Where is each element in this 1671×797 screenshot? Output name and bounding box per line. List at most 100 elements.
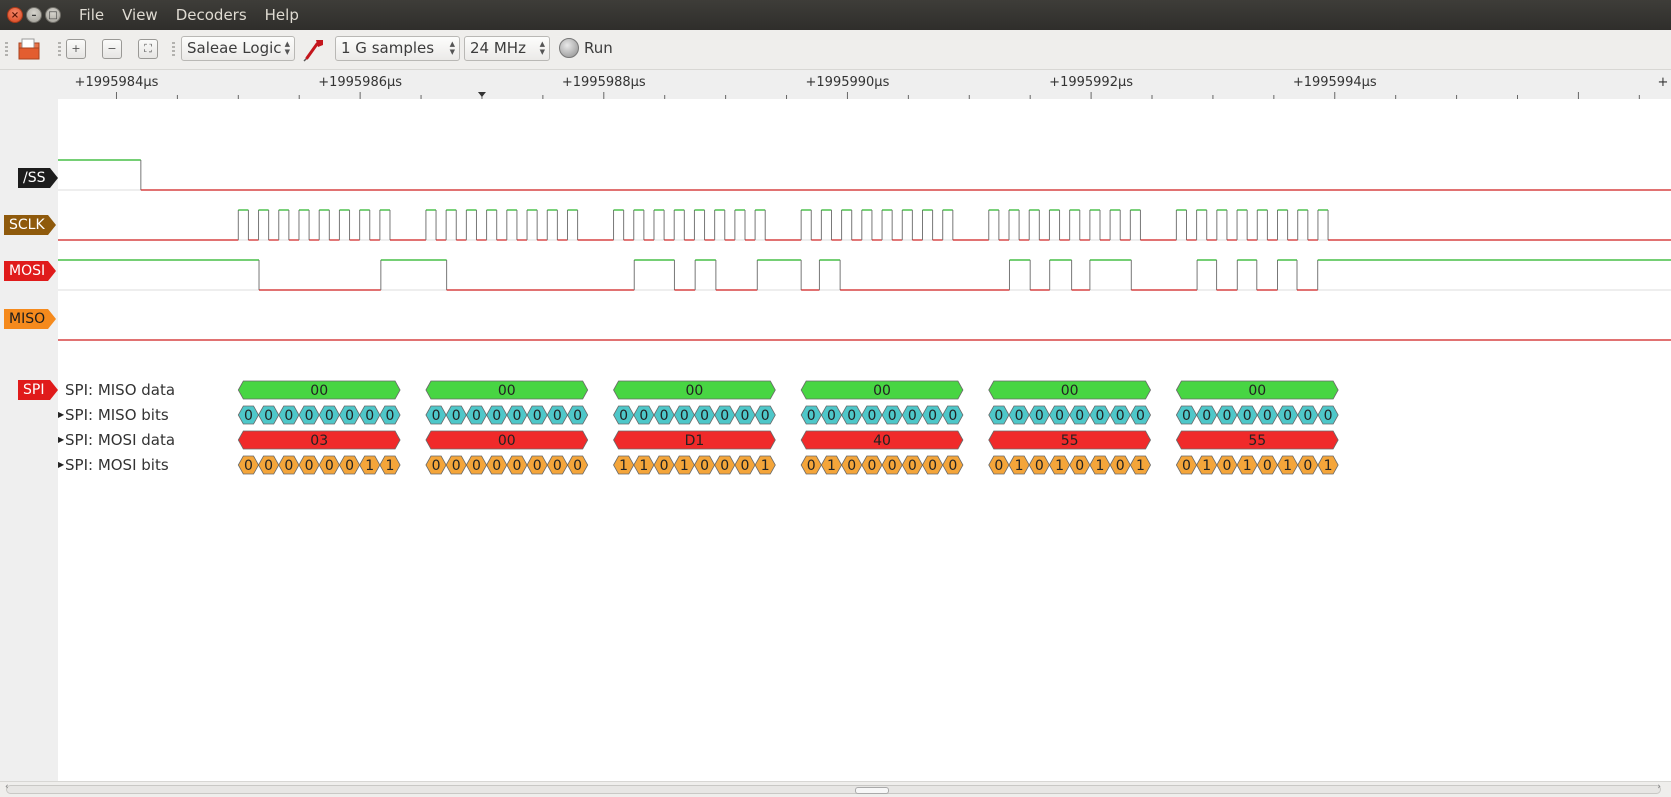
- miso-bit-value: 0: [660, 408, 669, 424]
- mosi-bit-value: 1: [680, 458, 689, 474]
- miso-data-value: 00: [1061, 383, 1079, 399]
- mosi-data-value: D1: [685, 433, 705, 449]
- menu-bar: File View Decoders Help: [70, 0, 308, 30]
- minimize-icon[interactable]: –: [26, 7, 42, 23]
- miso-data-value: 00: [686, 383, 704, 399]
- mosi-bit-value: 1: [365, 458, 374, 474]
- expand-arrow-icon[interactable]: ▶: [58, 431, 64, 449]
- mosi-bit-value: 0: [1222, 458, 1231, 474]
- menu-decoders[interactable]: Decoders: [167, 0, 256, 30]
- miso-data-value: 00: [873, 383, 891, 399]
- channel-label-miso[interactable]: MISO: [4, 309, 56, 329]
- cursor-marker-icon[interactable]: [477, 92, 486, 97]
- miso-data-value: 00: [310, 383, 328, 399]
- mosi-bit-value: 0: [948, 458, 957, 474]
- toolbar-grip[interactable]: [172, 42, 175, 58]
- mosi-bit-value: 0: [325, 458, 334, 474]
- miso-bit-value: 0: [365, 408, 374, 424]
- miso-bit-value: 0: [1136, 408, 1145, 424]
- miso-bit-value: 0: [639, 408, 648, 424]
- samplerate-select[interactable]: 24 MHz ▲ ▼: [464, 36, 550, 61]
- channel-label-sclk[interactable]: SCLK: [4, 215, 56, 235]
- add-channel-icon[interactable]: +: [66, 39, 86, 59]
- mosi-bit-value: 0: [660, 458, 669, 474]
- waveform-canvas[interactable]: +1995984µs +1995986µs +1995988µs +1995990µs…: [0, 70, 1671, 781]
- toolbar: + − ⛶ Saleae Logic ▲ ▼ 1 G samples ▲ ▼ 24 …: [0, 30, 1671, 70]
- miso-bit-value: 0: [432, 408, 441, 424]
- miso-bit-value: 0: [1303, 408, 1312, 424]
- scroll-right-icon[interactable]: ›: [1657, 782, 1661, 792]
- miso-bit-value: 0: [827, 408, 836, 424]
- miso-bit-value: 0: [888, 408, 897, 424]
- scrollbar-thumb[interactable]: [855, 787, 889, 794]
- miso-bit-value: 0: [1202, 408, 1211, 424]
- decoder-label-spi[interactable]: SPI: [18, 380, 58, 400]
- miso-data-value: 00: [1248, 383, 1266, 399]
- miso-bit-value: 0: [533, 408, 542, 424]
- miso-bit-value: 0: [345, 408, 354, 424]
- run-indicator-icon[interactable]: [559, 38, 579, 58]
- miso-bit-value: 0: [244, 408, 253, 424]
- menu-help[interactable]: Help: [256, 0, 308, 30]
- mosi-bit-value: 0: [700, 458, 709, 474]
- spin-arrows-icon: ▲ ▼: [539, 40, 545, 56]
- mosi-bit-value: 0: [807, 458, 816, 474]
- mosi-bit-value: 1: [1096, 458, 1105, 474]
- mosi-bit-value: 0: [472, 458, 481, 474]
- miso-bit-value: 0: [284, 408, 293, 424]
- toolbar-grip[interactable]: [58, 42, 61, 58]
- miso-bit-value: 0: [1182, 408, 1191, 424]
- scroll-left-icon[interactable]: ‹: [5, 782, 9, 792]
- expand-arrow-icon[interactable]: ▶: [58, 456, 64, 474]
- device-select-value: Saleae Logic: [187, 39, 282, 57]
- miso-bit-value: 0: [867, 408, 876, 424]
- mosi-bit-value: 0: [264, 458, 273, 474]
- app-window: × – □ File View Decoders Help + − ⛶ Sale…: [0, 0, 1671, 797]
- mosi-bit-value: 0: [345, 458, 354, 474]
- miso-bit-value: 0: [741, 408, 750, 424]
- mosi-bit-value: 0: [512, 458, 521, 474]
- status-bar: ‹ ›: [0, 781, 1671, 797]
- remove-channel-icon[interactable]: −: [102, 39, 122, 59]
- miso-bit-value: 0: [325, 408, 334, 424]
- sample-count-select[interactable]: 1 G samples ▲ ▼: [335, 36, 460, 61]
- channel-label-mosi[interactable]: MOSI: [4, 261, 56, 281]
- horizontal-scrollbar[interactable]: ‹ ›: [5, 782, 1661, 794]
- decoder-row-name: SPI: MISO data: [65, 381, 176, 399]
- miso-bit-value: 0: [1243, 408, 1252, 424]
- toolbar-grip[interactable]: [5, 42, 8, 58]
- run-button[interactable]: Run: [584, 30, 613, 67]
- mosi-bit-value: 1: [1243, 458, 1252, 474]
- expand-arrow-icon[interactable]: ▶: [58, 406, 64, 424]
- decoder-row-name: SPI: MOSI data: [65, 431, 176, 449]
- mosi-bit-value: 1: [761, 458, 770, 474]
- ruler-label: +: [1658, 75, 1669, 90]
- mosi-bit-value: 1: [1324, 458, 1333, 474]
- menu-view[interactable]: View: [113, 0, 167, 30]
- miso-bit-value: 0: [553, 408, 562, 424]
- maximize-icon[interactable]: □: [45, 7, 61, 23]
- miso-bit-value: 0: [994, 408, 1003, 424]
- mosi-bit-value: 0: [867, 458, 876, 474]
- mosi-bit-value: 1: [386, 458, 395, 474]
- decoder-row-name: SPI: MOSI bits: [65, 456, 169, 474]
- sample-count-value: 1 G samples: [341, 39, 435, 57]
- channel-label-ss[interactable]: /SS: [18, 168, 58, 188]
- probe-config-icon[interactable]: [303, 36, 327, 62]
- mosi-bit-value: 1: [639, 458, 648, 474]
- mosi-bit-value: 0: [888, 458, 897, 474]
- miso-bit-value: 0: [1015, 408, 1024, 424]
- menu-file[interactable]: File: [70, 0, 113, 30]
- open-file-icon[interactable]: [16, 37, 42, 61]
- close-icon[interactable]: ×: [7, 7, 23, 23]
- ruler-label: +1995992µs: [1049, 75, 1133, 90]
- miso-bit-value: 0: [700, 408, 709, 424]
- zoom-fit-icon[interactable]: ⛶: [138, 39, 158, 59]
- mosi-bit-value: 0: [720, 458, 729, 474]
- mosi-bit-value: 1: [1283, 458, 1292, 474]
- mosi-bit-value: 1: [1055, 458, 1064, 474]
- samplerate-value: 24 MHz: [470, 39, 526, 57]
- mosi-bit-value: 0: [928, 458, 937, 474]
- device-select[interactable]: Saleae Logic ▲ ▼: [181, 36, 295, 61]
- miso-bit-value: 0: [264, 408, 273, 424]
